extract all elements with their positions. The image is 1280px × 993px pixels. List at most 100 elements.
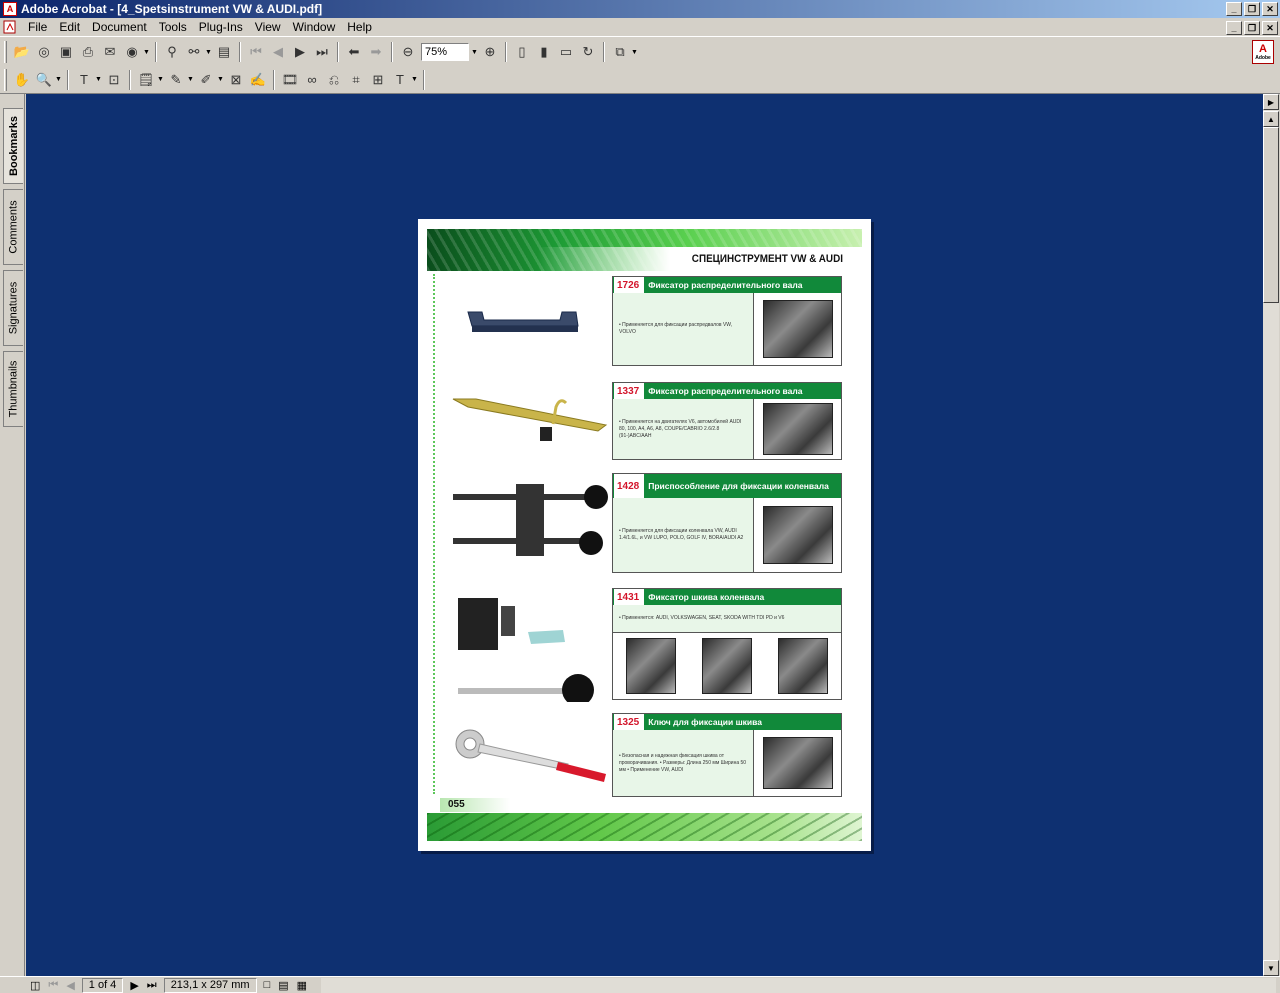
- product-code: 1428: [614, 474, 645, 498]
- continuous-icon[interactable]: ▤: [278, 979, 288, 992]
- file-toolbar: 📂 ◎ ▣ ⎙ ✉ ◉ ▼ ⚲ ⚯ ▼ ▤ ⏮ ◀ ▶ ⏭ ⬅ ➡ ⊖ 75% …: [0, 38, 1280, 66]
- note-tool-icon[interactable]: 🗒: [135, 69, 157, 91]
- tool-1726-image: [467, 311, 579, 332]
- sign-tool-icon[interactable]: ✍: [247, 69, 269, 91]
- page-layout-icon[interactable]: ⧉: [609, 41, 631, 63]
- vertical-scrollbar[interactable]: ▶ ▲ ▼: [1263, 94, 1279, 976]
- open-icon[interactable]: 📂: [11, 41, 33, 63]
- next-page-icon[interactable]: ▶: [130, 979, 138, 992]
- chevron-down-icon[interactable]: ▼: [411, 76, 419, 83]
- actual-size-icon[interactable]: ▯: [511, 41, 533, 63]
- restore-button[interactable]: ❐: [1244, 2, 1260, 16]
- last-page-icon[interactable]: ⏭: [311, 41, 333, 63]
- scroll-up-icon[interactable]: ▲: [1263, 111, 1279, 127]
- doc-restore-button[interactable]: ❐: [1244, 21, 1260, 35]
- tab-signatures[interactable]: Signatures: [3, 270, 23, 346]
- web-capture-icon[interactable]: ◉: [121, 41, 143, 63]
- menu-plugins[interactable]: Plug-Ins: [193, 18, 249, 37]
- product-photo: [762, 506, 833, 564]
- last-page-icon[interactable]: ⏭: [147, 979, 157, 992]
- product-description: • Применяется на двигателях V6, автомоби…: [613, 399, 753, 459]
- hand-tool-icon[interactable]: ✋: [11, 69, 33, 91]
- page-number-field[interactable]: 1 of 4: [81, 977, 124, 993]
- highlight-tool-icon[interactable]: ✐: [195, 69, 217, 91]
- chevron-down-icon[interactable]: ▼: [217, 76, 225, 83]
- menu-view[interactable]: View: [249, 18, 287, 37]
- email-icon[interactable]: ✉: [99, 41, 121, 63]
- next-page-icon[interactable]: ▶: [289, 41, 311, 63]
- document-icon[interactable]: [2, 19, 18, 35]
- graphics-select-icon[interactable]: ⊡: [103, 69, 125, 91]
- navigation-pane-toggle-icon[interactable]: ◫: [30, 979, 40, 992]
- link-tool-icon[interactable]: ∞: [301, 69, 323, 91]
- scroll-down-icon[interactable]: ▼: [1263, 960, 1279, 976]
- minimize-button[interactable]: _: [1226, 2, 1242, 16]
- menu-bar: File Edit Document Tools Plug-Ins View W…: [0, 18, 1280, 37]
- menu-document[interactable]: Document: [86, 18, 153, 37]
- fit-width-icon[interactable]: ▭: [555, 41, 577, 63]
- product-photo: [702, 638, 752, 694]
- find-icon[interactable]: ⚯: [183, 41, 205, 63]
- tool-1431-image: [458, 598, 594, 702]
- crop-tool-icon[interactable]: ⌗: [345, 69, 367, 91]
- chevron-down-icon[interactable]: ▼: [157, 76, 165, 83]
- menu-window[interactable]: Window: [287, 18, 342, 37]
- show-navigation-pane-icon[interactable]: ▤: [213, 41, 235, 63]
- product-title: Приспособление для фиксации коленвала: [648, 480, 829, 491]
- chevron-down-icon[interactable]: ▼: [631, 49, 639, 56]
- previous-page-icon[interactable]: ◀: [66, 979, 74, 992]
- tab-comments[interactable]: Comments: [3, 189, 23, 265]
- chevron-down-icon[interactable]: ▼: [55, 76, 63, 83]
- product-description: • Безопасная и надежная фиксация шкива о…: [613, 730, 753, 796]
- continuous-facing-icon[interactable]: ▦: [297, 979, 307, 992]
- movie-tool-icon[interactable]: 🎞: [279, 69, 301, 91]
- zoom-tool-icon[interactable]: 🔍: [33, 69, 55, 91]
- zoom-out-icon[interactable]: ⊖: [397, 41, 419, 63]
- zoom-in-icon[interactable]: ⊕: [479, 41, 501, 63]
- zoom-dropdown-icon[interactable]: ▼: [471, 49, 479, 56]
- text-select-icon[interactable]: T: [73, 69, 95, 91]
- product-title: Ключ для фиксации шкива: [648, 717, 762, 727]
- doc-close-button[interactable]: ✕: [1262, 21, 1278, 35]
- menu-tools[interactable]: Tools: [153, 18, 193, 37]
- product-code: 1325: [614, 714, 645, 730]
- product-code: 1431: [614, 589, 645, 605]
- zoom-input[interactable]: 75%: [421, 43, 469, 61]
- go-back-icon[interactable]: ⬅: [343, 41, 365, 63]
- page-size-display: 213,1 x 297 mm: [163, 977, 257, 993]
- horizontal-scrollbar[interactable]: [321, 977, 1276, 993]
- save-icon[interactable]: ▣: [55, 41, 77, 63]
- stamp-tool-icon[interactable]: ⊠: [225, 69, 247, 91]
- pencil-tool-icon[interactable]: ✎: [165, 69, 187, 91]
- product-card-1431: 1431 Фиксатор шкива коленвала • Применяет…: [612, 588, 842, 700]
- open-web-icon[interactable]: ◎: [33, 41, 55, 63]
- print-icon[interactable]: ⎙: [77, 41, 99, 63]
- menu-help[interactable]: Help: [341, 18, 378, 37]
- chevron-down-icon[interactable]: ▼: [205, 49, 213, 56]
- search-icon[interactable]: ⚲: [161, 41, 183, 63]
- doc-minimize-button[interactable]: _: [1226, 21, 1242, 35]
- rotate-icon[interactable]: ↻: [577, 41, 599, 63]
- adobe-logo[interactable]: A Adobe: [1252, 40, 1274, 64]
- fit-page-icon[interactable]: ▮: [533, 41, 555, 63]
- touchup-text-icon[interactable]: T: [389, 69, 411, 91]
- chevron-down-icon[interactable]: ▼: [95, 76, 103, 83]
- form-tool-icon[interactable]: ⊞: [367, 69, 389, 91]
- scroll-right-icon[interactable]: ▶: [1263, 94, 1279, 110]
- first-page-icon[interactable]: ⏮: [245, 41, 267, 63]
- tab-thumbnails[interactable]: Thumbnails: [3, 351, 23, 427]
- chevron-down-icon[interactable]: ▼: [187, 76, 195, 83]
- previous-page-icon[interactable]: ◀: [267, 41, 289, 63]
- article-tool-icon[interactable]: ⎌: [323, 69, 345, 91]
- tab-bookmarks[interactable]: Bookmarks: [3, 108, 23, 184]
- menu-file[interactable]: File: [22, 18, 53, 37]
- tools-toolbar: ✋ 🔍 ▼ T ▼ ⊡ 🗒 ▼ ✎ ▼ ✐ ▼ ⊠ ✍ 🎞 ∞ ⎌ ⌗ ⊞ T …: [0, 66, 1280, 94]
- go-forward-icon[interactable]: ➡: [365, 41, 387, 63]
- single-page-icon[interactable]: □: [264, 979, 271, 991]
- close-button[interactable]: ✕: [1262, 2, 1278, 16]
- chevron-down-icon[interactable]: ▼: [143, 49, 151, 56]
- scroll-thumb[interactable]: [1263, 127, 1279, 303]
- first-page-icon[interactable]: ⏮: [48, 979, 58, 992]
- product-title: Фиксатор распределительного вала: [648, 280, 803, 290]
- menu-edit[interactable]: Edit: [53, 18, 86, 37]
